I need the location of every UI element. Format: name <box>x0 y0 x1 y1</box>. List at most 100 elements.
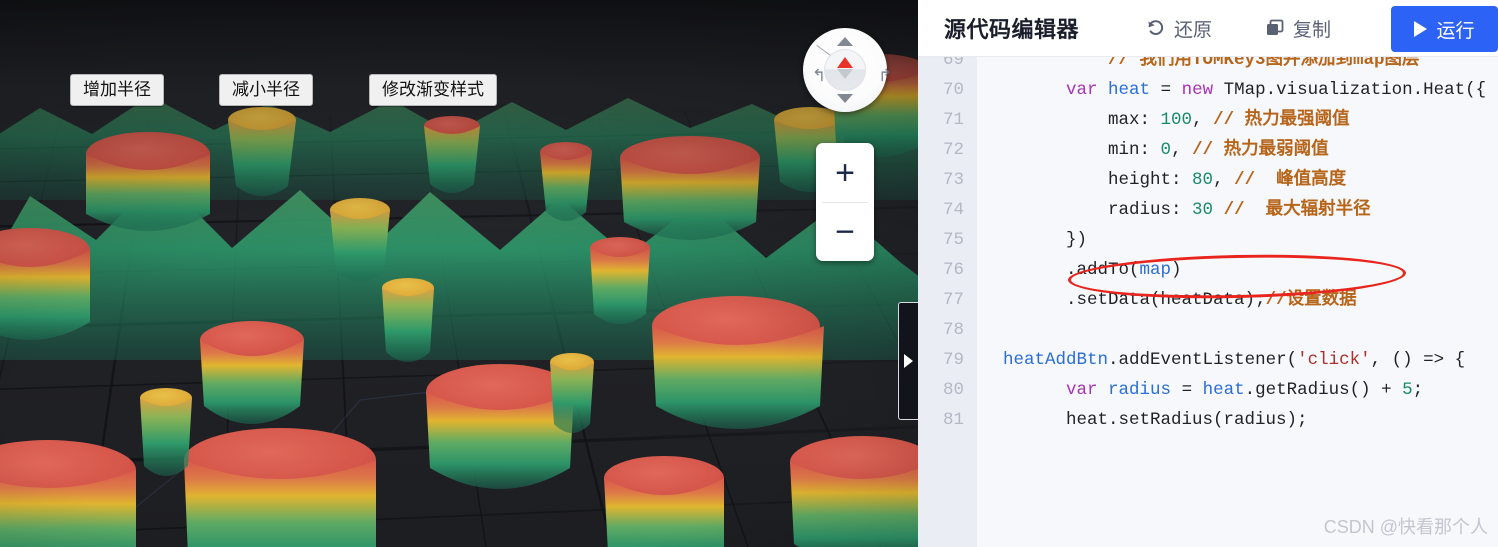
code-line-text[interactable]: .addTo(map) <box>977 255 1498 285</box>
line-number: 71 <box>942 110 964 130</box>
code-token-ident: heat <box>1108 80 1151 100</box>
copy-icon <box>1264 17 1286 39</box>
code-token-kw: var <box>1066 80 1098 100</box>
code-line-text[interactable]: .setData(heatData);//设置数据 <box>977 285 1498 315</box>
code-token-plain: min: <box>982 140 1161 160</box>
map-zoom-control[interactable]: + − <box>816 143 874 261</box>
run-label: 运行 <box>1436 20 1475 42</box>
code-token-plain: ) <box>1171 260 1182 280</box>
code-token-ident: heat <box>1202 380 1245 400</box>
line-number: 75 <box>942 230 964 250</box>
code-token-plain: .getRadius() + <box>1244 380 1403 400</box>
code-token-plain: .addTo( <box>982 260 1140 280</box>
source-code-editor-panel: 源代码编辑器 还原 复制 运行 69 // 我们用TOMKey3图并添加到map… <box>918 0 1498 547</box>
code-editor-body[interactable]: 69 // 我们用TOMKey3图并添加到map图层 70 var heat = … <box>918 57 1498 547</box>
code-token-ident: radius <box>1108 380 1172 400</box>
code-token-num: 30 <box>1192 200 1214 220</box>
restore-button[interactable]: 还原 <box>1145 15 1212 42</box>
code-line[interactable]: 74 radius: 30 // 最大辐射半径 <box>918 195 1498 225</box>
code-line[interactable]: 77 .setData(heatData);//设置数据 <box>918 285 1498 315</box>
code-line[interactable]: 70 var heat = new TMap.visualization.Hea… <box>918 75 1498 105</box>
code-token-num: 100 <box>1160 110 1193 130</box>
code-token-comment: // 峰值高度 <box>1234 170 1347 190</box>
zoom-in-button[interactable]: + <box>816 143 874 202</box>
editor-toolbar: 源代码编辑器 还原 复制 运行 <box>918 0 1498 57</box>
code-token-num: 5 <box>1402 380 1413 400</box>
code-token-ident: heatAddBtn <box>1003 350 1109 370</box>
code-token-plain: , () => { <box>1370 350 1466 370</box>
map-viewport[interactable]: 增加半径 减小半径 修改渐变样式 ↰ ↱ + − <box>0 0 918 547</box>
editor-title: 源代码编辑器 <box>944 17 1080 42</box>
code-token-plain: TMap.visualization.Heat({ <box>1213 80 1487 100</box>
play-icon <box>1414 21 1428 37</box>
compass-globe-icon[interactable] <box>824 49 866 91</box>
panel-expand-handle[interactable] <box>898 302 918 420</box>
modify-gradient-style-button[interactable]: 修改渐变样式 <box>369 74 497 106</box>
code-token-comment: // 热力最强阈值 <box>1213 110 1350 130</box>
increase-radius-button[interactable]: 增加半径 <box>70 74 164 106</box>
code-line[interactable]: 80 var radius = heat.getRadius() + 5; <box>918 375 1498 405</box>
undo-icon <box>1145 17 1167 39</box>
line-number: 76 <box>942 260 964 280</box>
line-number: 73 <box>942 170 964 190</box>
code-line[interactable]: 72 min: 0, // 热力最弱阈值 <box>918 135 1498 165</box>
code-token-kw: new <box>1181 80 1214 100</box>
code-token-str: 'click' <box>1297 350 1371 370</box>
code-token-kw: var <box>1066 380 1098 400</box>
map-button-bar: 增加半径 减小半径 修改渐变样式 <box>0 0 918 106</box>
code-line-text[interactable]: radius: 30 // 最大辐射半径 <box>977 195 1498 225</box>
pan-up-icon[interactable] <box>837 37 853 46</box>
zoom-out-button[interactable]: − <box>816 202 874 261</box>
code-line[interactable]: 69 // 我们用TOMKey3图并添加到map图层 <box>918 57 1498 75</box>
code-token-plain: max: <box>982 110 1161 130</box>
code-token-plain: radius: <box>982 200 1193 220</box>
code-content[interactable]: 69 // 我们用TOMKey3图并添加到map图层 70 var heat = … <box>918 57 1498 435</box>
code-line[interactable]: 81 heat.setRadius(radius); <box>918 405 1498 435</box>
code-line-text[interactable]: heat.setRadius(radius); <box>977 405 1498 435</box>
code-line[interactable]: 76 .addTo(map) <box>918 255 1498 285</box>
code-line-text[interactable]: var radius = heat.getRadius() + 5; <box>977 375 1498 405</box>
code-line-text[interactable]: var heat = new TMap.visualization.Heat({ <box>977 75 1498 105</box>
code-line-text[interactable]: max: 100, // 热力最强阈值 <box>977 105 1498 135</box>
code-line[interactable]: 78 <box>918 315 1498 345</box>
code-token-plain: .setData(heatData); <box>982 290 1266 310</box>
line-number: 80 <box>942 380 964 400</box>
code-line-text[interactable]: height: 80, // 峰值高度 <box>977 165 1498 195</box>
line-number: 72 <box>942 140 964 160</box>
line-number: 81 <box>942 410 964 430</box>
code-token-plain: , <box>1213 170 1235 190</box>
code-line-text[interactable]: heatAddBtn.addEventListener('click', () … <box>977 345 1498 375</box>
code-line[interactable]: 73 height: 80, // 峰值高度 <box>918 165 1498 195</box>
map-navigation-pad[interactable]: ↰ ↱ <box>803 28 892 112</box>
code-line-text[interactable]: // 我们用TOMKey3图并添加到map图层 <box>977 57 1498 75</box>
decrease-radius-button[interactable]: 减小半径 <box>219 74 313 106</box>
pan-down-icon[interactable] <box>837 94 853 103</box>
code-line-text[interactable]: }) <box>977 225 1498 255</box>
code-line[interactable]: 75 }) <box>918 225 1498 255</box>
line-number: 74 <box>942 200 964 220</box>
code-token-plain: , <box>1192 110 1214 130</box>
line-number: 70 <box>942 80 964 100</box>
run-button[interactable]: 运行 <box>1391 6 1498 52</box>
copy-label: 复制 <box>1293 19 1332 41</box>
code-line[interactable]: 71 max: 100, // 热力最强阈值 <box>918 105 1498 135</box>
code-token-comment: //设置数据 <box>1265 290 1357 310</box>
code-token-plain: }) <box>982 230 1088 250</box>
code-line-text[interactable]: min: 0, // 热力最弱阈值 <box>977 135 1498 165</box>
code-line[interactable]: 79 heatAddBtn.addEventListener('click', … <box>918 345 1498 375</box>
code-token-ident: map <box>1139 260 1172 280</box>
code-token-comment: // 热力最弱阈值 <box>1192 140 1329 160</box>
line-number: 77 <box>942 290 964 310</box>
code-token-plain: = <box>1150 80 1182 100</box>
code-token-plain: = <box>1171 380 1203 400</box>
copy-button[interactable]: 复制 <box>1264 15 1331 42</box>
code-token-num: 80 <box>1192 170 1214 190</box>
triangle-right-icon <box>904 354 913 368</box>
restore-label: 还原 <box>1174 19 1213 41</box>
